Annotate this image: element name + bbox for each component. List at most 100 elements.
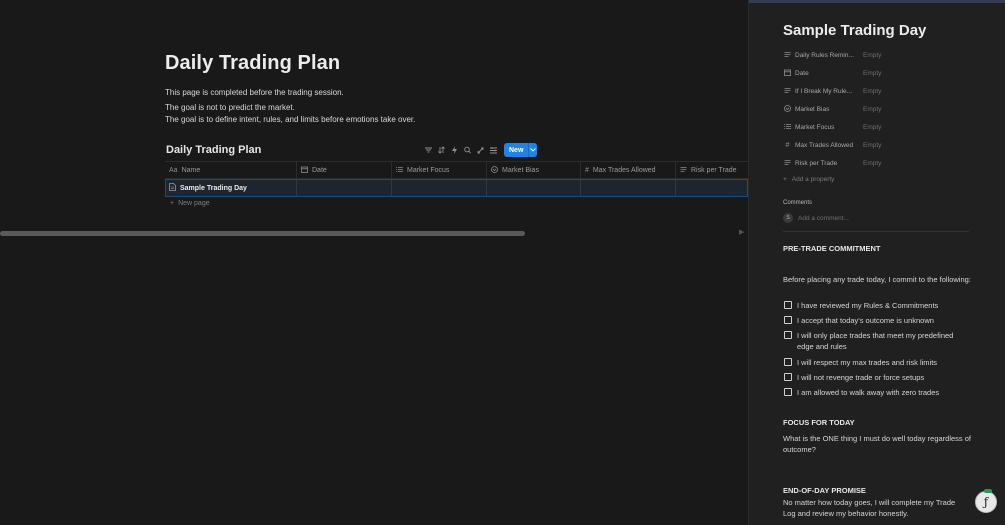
horizontal-scrollbar-thumb[interactable]: [0, 231, 525, 236]
checkbox[interactable]: [784, 301, 792, 309]
plus-icon: +: [170, 200, 175, 207]
todo-item: I accept that today's outcome is unknown: [784, 315, 974, 326]
database-toolbar: [424, 145, 498, 157]
column-header-max-trades[interactable]: # Max Trades Allowed: [581, 162, 676, 179]
add-property-button[interactable]: + Add a property: [783, 176, 834, 183]
column-header-name[interactable]: Aa Name: [165, 162, 297, 179]
side-peek-panel: Sample Trading Day Daily Rules Remin... …: [748, 0, 1005, 525]
column-label: Name: [181, 167, 201, 174]
focus-heading: FOCUS FOR TODAY: [783, 418, 855, 427]
list-icon: [396, 166, 403, 175]
property-name: Market Bias: [795, 105, 830, 113]
number-icon: #: [585, 167, 589, 174]
todo-text: I will only place trades that meet my pr…: [797, 331, 954, 351]
todo-text: I am allowed to walk away with zero trad…: [797, 388, 940, 397]
property-value[interactable]: Empty: [863, 142, 881, 149]
settings-icon[interactable]: [489, 145, 498, 155]
page-description-line-3: The goal is to define intent, rules, and…: [165, 115, 416, 124]
column-header-date[interactable]: Date: [297, 162, 392, 179]
avatar: S: [783, 213, 793, 223]
filter-icon[interactable]: [424, 145, 433, 155]
checkbox[interactable]: [784, 316, 792, 324]
cell-max-trades[interactable]: [581, 180, 676, 196]
property-max-trades-allowed[interactable]: # Max Trades Allowed Empty: [783, 139, 983, 151]
expand-icon[interactable]: [476, 145, 485, 155]
column-label: Market Bias: [502, 167, 539, 174]
new-page-label: New page: [178, 200, 210, 207]
property-value[interactable]: Empty: [863, 106, 881, 113]
comment-placeholder: Add a comment...: [798, 214, 849, 222]
todo-item: I have reviewed my Rules & Commitments: [784, 300, 974, 311]
property-market-focus[interactable]: Market Focus Empty: [783, 121, 983, 133]
cell-market-focus[interactable]: [392, 180, 487, 196]
title-property-icon: Aa: [169, 167, 178, 174]
automation-icon[interactable]: [450, 145, 459, 155]
page-icon: [169, 183, 176, 193]
search-icon[interactable]: [463, 145, 472, 155]
assistant-help-button[interactable]: ƒ: [975, 491, 997, 513]
property-if-i-break-my-rules[interactable]: If I Break My Rule... Empty: [783, 85, 983, 97]
calendar-icon: [783, 69, 792, 78]
cell-name[interactable]: Sample Trading Day: [166, 180, 297, 196]
text-icon: [783, 159, 792, 168]
column-label: Market Focus: [407, 167, 450, 174]
property-market-bias[interactable]: Market Bias Empty: [783, 103, 983, 115]
checkbox[interactable]: [784, 358, 792, 366]
property-name: Market Focus: [795, 123, 835, 131]
column-header-market-focus[interactable]: Market Focus: [392, 162, 487, 179]
todo-item: I will only place trades that meet my pr…: [784, 330, 959, 352]
cell-market-bias[interactable]: [487, 180, 581, 196]
page-description-line-2: The goal is not to predict the market.: [165, 103, 295, 112]
property-name: Date: [795, 69, 809, 77]
checkbox[interactable]: [784, 388, 792, 396]
text-icon: [680, 166, 687, 175]
pre-trade-heading: PRE-TRADE COMMITMENT: [783, 244, 881, 253]
cell-date[interactable]: [297, 180, 392, 196]
checkbox[interactable]: [784, 331, 792, 339]
panel-page-title[interactable]: Sample Trading Day: [783, 22, 926, 39]
table-row[interactable]: Sample Trading Day: [165, 179, 748, 197]
panel-top-bar: [749, 0, 1005, 3]
property-value[interactable]: Empty: [863, 70, 881, 77]
page-title: Daily Trading Plan: [165, 52, 341, 74]
property-name: Daily Rules Remin...: [795, 51, 854, 59]
column-header-market-bias[interactable]: Market Bias: [487, 162, 581, 179]
chevron-right-icon[interactable]: ▶: [739, 228, 744, 236]
divider: [783, 231, 969, 232]
todo-text: I will respect my max trades and risk li…: [797, 358, 938, 367]
property-risk-per-trade[interactable]: Risk per Trade Empty: [783, 157, 983, 169]
new-page-row[interactable]: + New page: [170, 200, 210, 207]
todo-text: I will not revenge trade or force setups: [797, 373, 925, 382]
table-header: Aa Name Date Market Focus Market Bias # …: [165, 161, 748, 179]
comments-label: Comments: [783, 200, 813, 206]
notification-badge: [984, 489, 992, 493]
column-label: Date: [312, 167, 327, 174]
pre-trade-intro: Before placing any trade today, I commit…: [783, 275, 971, 284]
todo-text: I accept that today's outcome is unknown: [797, 316, 934, 325]
database-title[interactable]: Daily Trading Plan: [166, 144, 261, 156]
property-daily-rules-reminder[interactable]: Daily Rules Remin... Empty: [783, 49, 983, 61]
sort-icon[interactable]: [437, 145, 446, 155]
page-description-line-1: This page is completed before the tradin…: [165, 88, 344, 97]
todo-text: I have reviewed my Rules & Commitments: [797, 301, 939, 310]
column-label: Max Trades Allowed: [592, 167, 656, 174]
property-value[interactable]: Empty: [863, 52, 881, 59]
todo-item: I will not revenge trade or force setups: [784, 372, 974, 383]
comment-input[interactable]: S Add a comment...: [783, 213, 849, 223]
property-value[interactable]: Empty: [863, 88, 881, 95]
chevron-down-icon[interactable]: [528, 143, 537, 157]
focus-text: What is the ONE thing I must do well tod…: [783, 434, 972, 454]
number-icon: #: [785, 141, 790, 149]
property-value[interactable]: Empty: [863, 124, 881, 131]
row-title[interactable]: Sample Trading Day: [180, 185, 247, 192]
todo-item: I will respect my max trades and risk li…: [784, 357, 974, 368]
cell-risk-per-trade[interactable]: [676, 180, 748, 196]
checkbox[interactable]: [784, 373, 792, 381]
todo-item: I am allowed to walk away with zero trad…: [784, 387, 974, 398]
plus-icon: +: [783, 176, 787, 183]
column-header-risk-per-trade[interactable]: Risk per Trade: [676, 162, 748, 179]
property-value[interactable]: Empty: [863, 160, 881, 167]
new-record-button[interactable]: New: [504, 143, 537, 157]
select-icon: [783, 104, 792, 114]
property-date[interactable]: Date Empty: [783, 67, 983, 79]
